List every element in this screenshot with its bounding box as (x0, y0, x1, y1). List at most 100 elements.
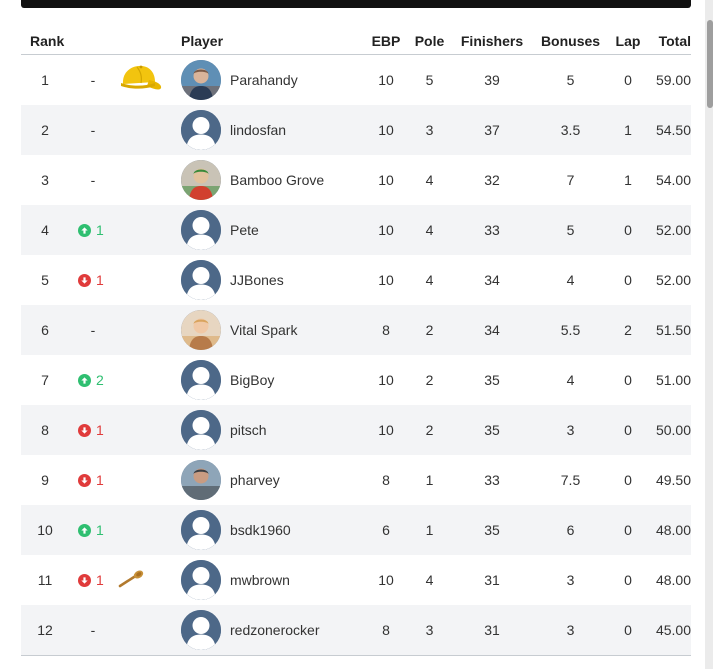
movement-cell: - (69, 172, 117, 188)
avatar[interactable] (181, 510, 221, 550)
movement-cell: - (69, 122, 117, 138)
pole-cell: 4 (425, 172, 434, 188)
movement-cell: 1 (69, 272, 117, 288)
movement-indicator: 1 (78, 422, 104, 438)
player-name-link[interactable]: bsdk1960 (230, 522, 291, 538)
finishers-cell: 31 (484, 622, 500, 638)
movement-value: 2 (96, 372, 104, 388)
avatar[interactable] (181, 560, 221, 600)
header-finishers[interactable]: Finishers (453, 33, 531, 49)
rank-cell: 11 (37, 572, 53, 588)
player-name-link[interactable]: Parahandy (230, 72, 298, 88)
player-cell[interactable]: redzonerocker (181, 610, 366, 650)
avatar[interactable] (181, 310, 221, 350)
rank-cell: 3 (41, 172, 49, 188)
table-row[interactable]: 12 - redzonerocker 8 3 31 3 0 45.00 (21, 605, 691, 656)
movement-none: - (90, 322, 96, 338)
avatar[interactable] (181, 260, 221, 300)
rank-cell: 8 (41, 422, 49, 438)
player-name-link[interactable]: JJBones (230, 272, 284, 288)
ebp-cell: 10 (378, 272, 394, 288)
player-name-link[interactable]: Vital Spark (230, 322, 297, 338)
table-row[interactable]: 7 2 BigBoy 10 2 35 4 0 51.00 (21, 355, 691, 405)
avatar[interactable] (181, 360, 221, 400)
player-cell[interactable]: mwbrown (181, 560, 366, 600)
table-row[interactable]: 10 1 bsdk1960 6 1 35 6 0 48.00 (21, 505, 691, 555)
player-name-link[interactable]: Bamboo Grove (230, 172, 324, 188)
table-row[interactable]: 1 - Parahandy 10 5 39 5 0 59.00 (21, 55, 691, 105)
bonuses-cell: 3 (566, 422, 575, 438)
player-name-link[interactable]: Pete (230, 222, 259, 238)
table-row[interactable]: 11 1 mwbrown 10 4 31 3 0 48.00 (21, 555, 691, 605)
lap-cell: 0 (624, 422, 632, 438)
header-bonuses[interactable]: Bonuses (531, 33, 610, 49)
header-lap[interactable]: Lap (610, 33, 646, 49)
avatar[interactable] (181, 110, 221, 150)
player-name-link[interactable]: redzonerocker (230, 622, 320, 638)
table-row[interactable]: 4 1 Pete 10 4 33 5 0 52.00 (21, 205, 691, 255)
player-name-link[interactable]: pharvey (230, 472, 280, 488)
player-name-link[interactable]: BigBoy (230, 372, 274, 388)
player-cell[interactable]: bsdk1960 (181, 510, 366, 550)
pole-cell: 4 (425, 572, 434, 588)
finishers-cell: 35 (484, 372, 500, 388)
avatar[interactable] (181, 460, 221, 500)
avatar[interactable] (181, 60, 221, 100)
movement-none: - (90, 622, 96, 638)
total-cell: 54.00 (655, 172, 691, 188)
movement-indicator: 2 (78, 372, 104, 388)
table-row[interactable]: 6 - Vital Spark 8 2 34 5.5 2 51.50 (21, 305, 691, 355)
avatar[interactable] (181, 210, 221, 250)
movement-none: - (90, 122, 96, 138)
rank-cell: 9 (41, 472, 49, 488)
finishers-cell: 35 (484, 422, 500, 438)
movement-cell: - (69, 322, 117, 338)
player-name-link[interactable]: lindosfan (230, 122, 286, 138)
movement-cell: - (69, 72, 117, 88)
movement-cell: 1 (69, 572, 117, 588)
total-cell: 59.00 (655, 72, 691, 88)
ebp-cell: 10 (378, 172, 394, 188)
avatar[interactable] (181, 610, 221, 650)
movement-value: 1 (96, 572, 104, 588)
table-row[interactable]: 5 1 JJBones 10 4 34 4 0 52.00 (21, 255, 691, 305)
table-row[interactable]: 3 - Bamboo Grove 10 4 32 7 1 54.00 (21, 155, 691, 205)
table-row[interactable]: 2 - lindosfan 10 3 37 3.5 1 54.50 (21, 105, 691, 155)
player-name-link[interactable]: pitsch (230, 422, 267, 438)
header-ebp[interactable]: EBP (366, 33, 406, 49)
header-pole[interactable]: Pole (406, 33, 453, 49)
player-cell[interactable]: Pete (181, 210, 366, 250)
avatar[interactable] (181, 410, 221, 450)
arrow-up-icon (78, 223, 91, 237)
movement-indicator: 1 (78, 522, 104, 538)
player-cell[interactable]: JJBones (181, 260, 366, 300)
player-name-link[interactable]: mwbrown (230, 572, 290, 588)
pole-cell: 1 (425, 472, 434, 488)
total-cell: 52.00 (655, 222, 691, 238)
total-cell: 50.00 (655, 422, 691, 438)
scrollbar-thumb[interactable] (707, 20, 713, 108)
header-player[interactable]: Player (181, 33, 366, 49)
movement-value: 1 (96, 422, 104, 438)
rank-cell: 6 (41, 322, 49, 338)
bonuses-cell: 3 (566, 572, 575, 588)
player-cell[interactable]: lindosfan (181, 110, 366, 150)
player-cell[interactable]: Vital Spark (181, 310, 366, 350)
player-cell[interactable]: pharvey (181, 460, 366, 500)
pole-cell: 2 (425, 372, 434, 388)
header-rank[interactable]: Rank (21, 33, 69, 49)
lap-cell: 0 (624, 372, 632, 388)
table-row[interactable]: 8 1 pitsch 10 2 35 3 0 50.00 (21, 405, 691, 455)
arrow-down-icon (78, 423, 91, 437)
avatar[interactable] (181, 160, 221, 200)
player-cell[interactable]: Bamboo Grove (181, 160, 366, 200)
header-total[interactable]: Total (646, 33, 691, 49)
ebp-cell: 10 (378, 572, 394, 588)
player-cell[interactable]: Parahandy (181, 60, 366, 100)
finishers-cell: 35 (484, 522, 500, 538)
table-row[interactable]: 9 1 pharvey 8 1 33 7.5 0 49.50 (21, 455, 691, 505)
movement-value: 1 (96, 272, 104, 288)
player-cell[interactable]: pitsch (181, 410, 366, 450)
movement-value: 1 (96, 222, 104, 238)
player-cell[interactable]: BigBoy (181, 360, 366, 400)
